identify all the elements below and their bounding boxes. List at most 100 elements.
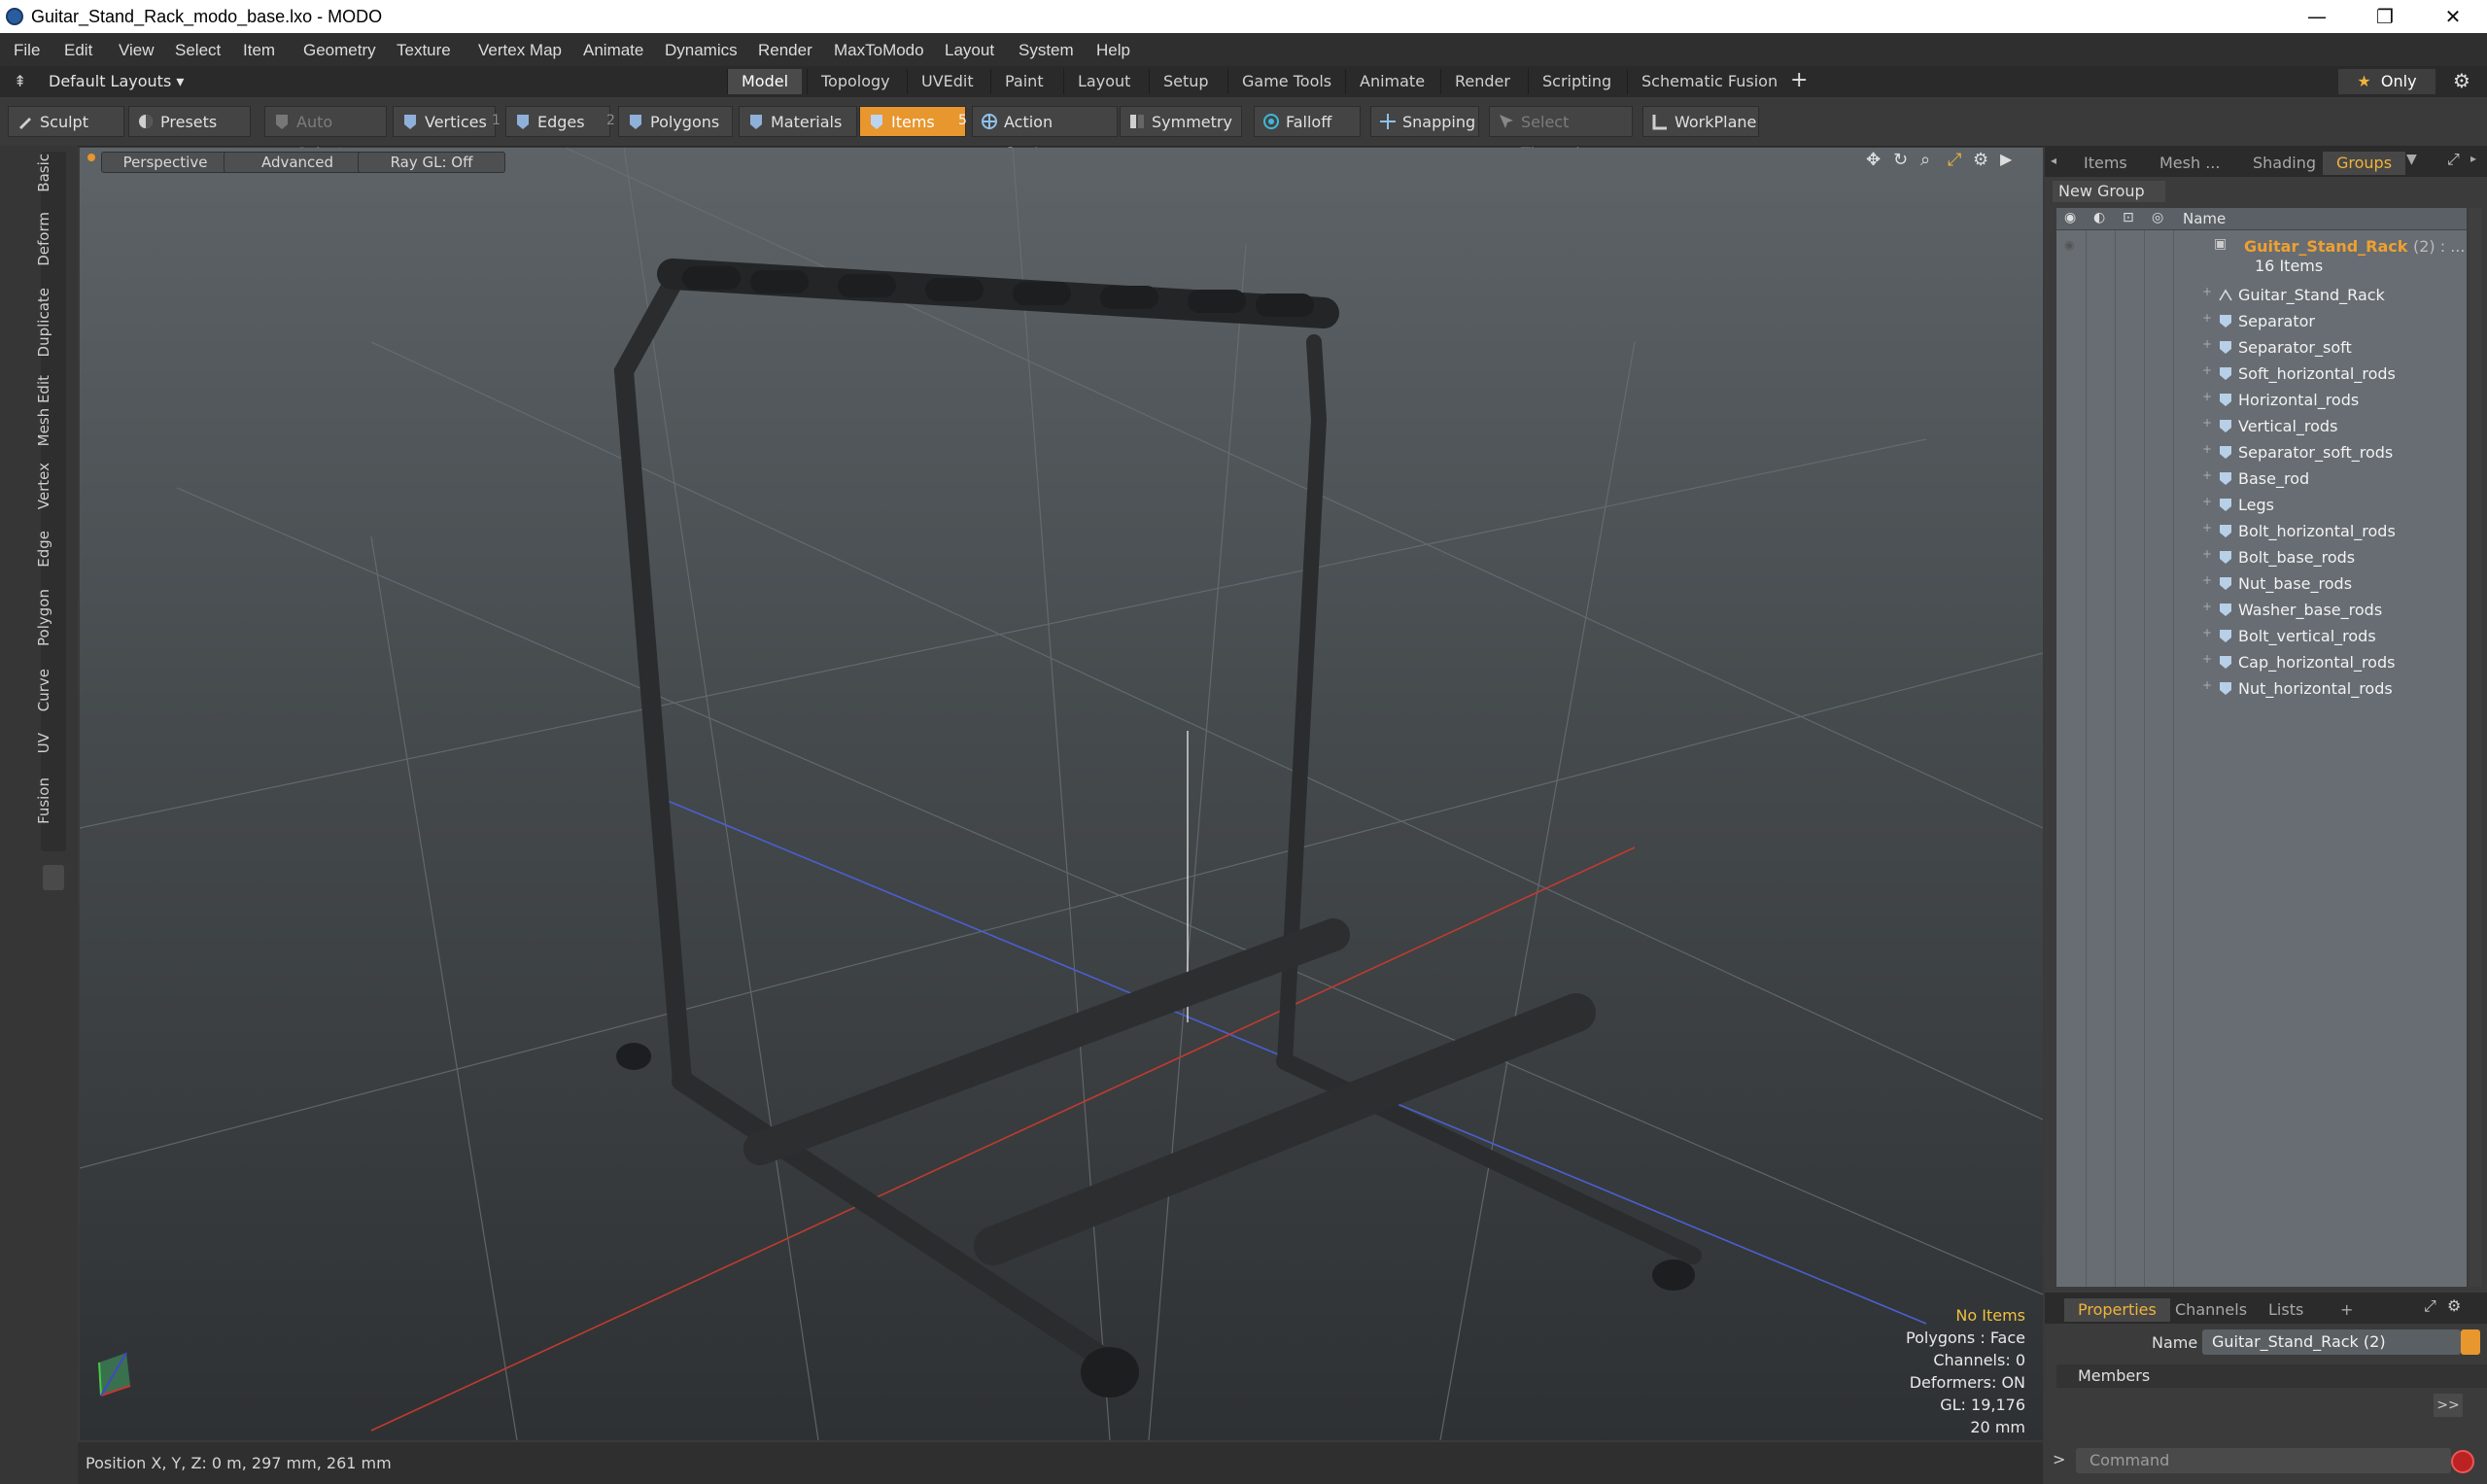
tree-row[interactable]: + Horizontal_rods <box>2056 387 2467 413</box>
render-icon[interactable]: ◐ <box>2093 210 2105 225</box>
tab-items[interactable]: Items <box>2070 152 2141 175</box>
raygl-toggle[interactable]: Ray GL: Off <box>358 152 505 173</box>
tab-lists[interactable]: Lists <box>2255 1298 2317 1322</box>
presets-button[interactable]: Presets F6 <box>128 106 251 162</box>
tree-row[interactable]: + Separator_soft <box>2056 334 2467 361</box>
tree-scrollbar[interactable] <box>2469 208 2482 1287</box>
menu-layout[interactable]: Layout <box>945 41 994 60</box>
symmetry-button[interactable]: Symmetry <box>1120 106 1242 137</box>
expand-icon[interactable]: + <box>2202 652 2212 666</box>
default-layouts-dropdown[interactable]: Default Layouts ▾ <box>49 72 184 90</box>
select-through-button[interactable]: Select Through <box>1489 106 1633 162</box>
menu-render[interactable]: Render <box>758 41 812 60</box>
action-center-button[interactable]: Action Center <box>972 106 1118 162</box>
expand-icon[interactable]: + <box>2202 495 2212 508</box>
properties-maximize-icon[interactable]: ⤢ <box>2424 1296 2436 1316</box>
expand-icon[interactable]: + <box>2202 442 2212 456</box>
tab-mesh[interactable]: Mesh ... <box>2146 152 2233 175</box>
edges-button[interactable]: Edges <box>505 106 610 137</box>
tab-schematic-fusion[interactable]: Schematic Fusion <box>1627 69 1791 94</box>
expand-icon[interactable]: + <box>2202 363 2212 377</box>
menu-dynamics[interactable]: Dynamics <box>665 41 738 60</box>
record-icon[interactable] <box>2451 1450 2474 1473</box>
panel-maximize-icon[interactable]: ⤢ <box>2447 150 2460 169</box>
tree-row[interactable]: + Legs <box>2056 492 2467 518</box>
only-button[interactable]: ★ Only <box>2338 69 2435 94</box>
panel-collapse-icon[interactable]: ▸ <box>2470 152 2476 165</box>
menu-maxtomodo[interactable]: MaxToModo <box>834 41 924 60</box>
expand-icon[interactable]: + <box>2202 547 2212 561</box>
zoom-icon[interactable]: ⌕ <box>1920 150 1930 170</box>
expand-icon[interactable]: + <box>2202 285 2212 298</box>
select-icon[interactable]: ◎ <box>2152 210 2163 225</box>
tool-tab-deform[interactable]: Deform <box>35 212 64 266</box>
tool-tab-polygon[interactable]: Polygon <box>35 589 64 646</box>
menu-system[interactable]: System <box>1019 41 1074 60</box>
tab-layout[interactable]: Layout <box>1063 69 1144 94</box>
new-group-button[interactable]: New Group <box>2053 181 2165 202</box>
expand-icon[interactable]: + <box>2202 390 2212 403</box>
tab-uvedit[interactable]: UVEdit <box>907 69 987 94</box>
tool-tab-uv[interactable]: UV <box>35 733 64 753</box>
more-button[interactable]: >> <box>2434 1394 2463 1417</box>
tool-tab-curve[interactable]: Curve <box>35 669 64 711</box>
viewport-menu-dot[interactable] <box>87 154 95 161</box>
add-properties-tab[interactable]: + <box>2327 1298 2366 1322</box>
vertices-button[interactable]: Vertices <box>393 106 496 137</box>
expand-icon[interactable]: + <box>2202 416 2212 430</box>
tree-row[interactable]: + Cap_horizontal_rods <box>2056 649 2467 675</box>
menu-vertex-map[interactable]: Vertex Map <box>478 41 562 60</box>
gear-icon[interactable]: ⚙ <box>2453 69 2470 92</box>
menu-texture[interactable]: Texture <box>397 41 451 60</box>
tree-row[interactable]: + Bolt_horizontal_rods <box>2056 518 2467 544</box>
group-visibility-icon[interactable]: ◉ <box>2064 238 2078 252</box>
menu-help[interactable]: Help <box>1096 41 1130 60</box>
palette-toggle-button[interactable] <box>43 865 64 890</box>
tab-render[interactable]: Render <box>1440 69 1524 94</box>
tool-tab-edge[interactable]: Edge <box>35 531 64 568</box>
shading-advanced-dropdown[interactable]: Advanced <box>224 152 371 173</box>
tree-row[interactable]: + Soft_horizontal_rods <box>2056 361 2467 387</box>
menu-item[interactable]: Item <box>243 41 275 60</box>
tab-model[interactable]: Model <box>727 69 803 94</box>
command-input[interactable]: Command <box>2076 1448 2451 1473</box>
tree-row[interactable]: + Vertical_rods <box>2056 413 2467 439</box>
3d-viewport[interactable]: Perspective Advanced Ray GL: Off ✥ ↻ ⌕ ⤢… <box>80 148 2043 1440</box>
members-section[interactable]: Members <box>2056 1364 2487 1388</box>
group-name-field[interactable]: Guitar_Stand_Rack (2) <box>2202 1329 2461 1355</box>
viewport-expand-icon[interactable]: ▶ <box>2000 150 2012 168</box>
eye-icon[interactable]: ◉ <box>2064 210 2076 225</box>
menu-animate[interactable]: Animate <box>583 41 643 60</box>
tab-animate[interactable]: Animate <box>1345 69 1438 94</box>
menu-edit[interactable]: Edit <box>64 41 92 60</box>
snapping-button[interactable]: Snapping <box>1370 106 1479 137</box>
materials-button[interactable]: Materials <box>739 106 857 137</box>
menu-geometry[interactable]: Geometry <box>303 41 376 60</box>
expand-icon[interactable]: + <box>2202 573 2212 587</box>
expand-icon[interactable]: + <box>2202 521 2212 535</box>
tabs-dropdown-icon[interactable]: ▼ <box>2406 152 2417 167</box>
menu-file[interactable]: File <box>14 41 40 60</box>
tab-groups[interactable]: Groups <box>2323 152 2406 175</box>
expand-icon[interactable]: + <box>2202 600 2212 613</box>
group-row[interactable]: ◉ ▣ Guitar_Stand_Rack (2) : ... <box>2056 233 2467 259</box>
menu-select[interactable]: Select <box>175 41 221 60</box>
minimize-button[interactable]: — <box>2283 0 2351 33</box>
properties-settings-icon[interactable]: ⚙ <box>2447 1296 2461 1315</box>
tab-properties[interactable]: Properties <box>2064 1298 2170 1322</box>
panel-menu-icon[interactable]: ◂ <box>2051 154 2056 167</box>
sculpt-button[interactable]: Sculpt <box>8 106 124 137</box>
lock-icon[interactable]: ⊡ <box>2123 210 2134 225</box>
tab-topology[interactable]: Topology <box>807 69 904 94</box>
expand-icon[interactable]: + <box>2202 678 2212 692</box>
restore-button[interactable]: ❐ <box>2351 0 2419 33</box>
workplane-button[interactable]: WorkPlane <box>1642 106 1759 137</box>
tool-tab-basic[interactable]: Basic <box>35 154 64 192</box>
add-tab-button[interactable]: + <box>1790 68 1808 92</box>
rotate-icon[interactable]: ↻ <box>1893 150 1908 170</box>
tool-tab-vertex[interactable]: Vertex <box>35 463 64 509</box>
tab-setup[interactable]: Setup <box>1149 69 1223 94</box>
view-perspective-dropdown[interactable]: Perspective <box>101 152 229 173</box>
pan-icon[interactable]: ✥ <box>1866 150 1881 170</box>
expand-icon[interactable]: + <box>2202 468 2212 482</box>
